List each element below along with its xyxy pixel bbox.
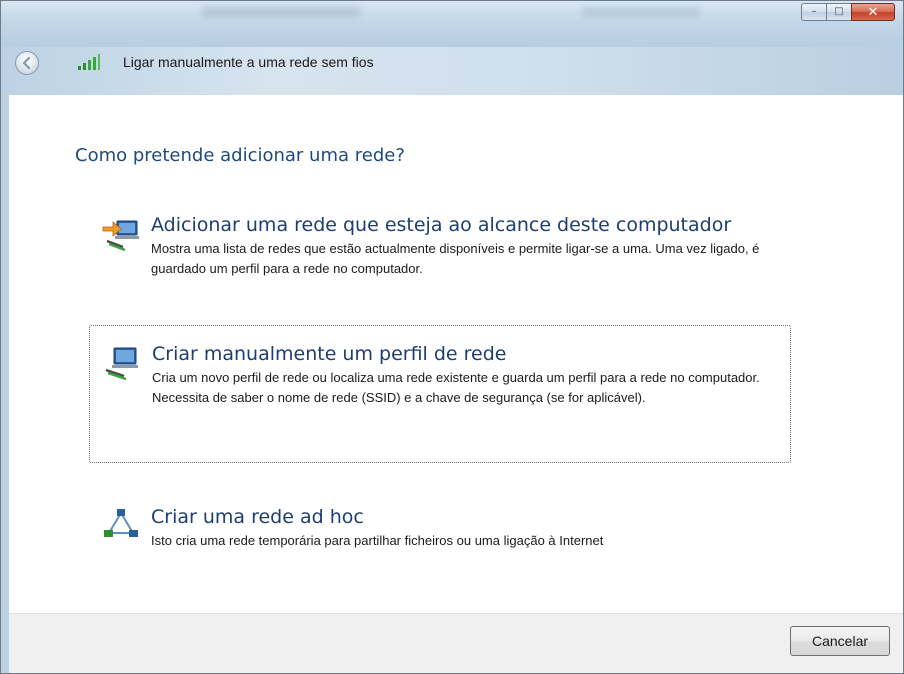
option-create-network-profile[interactable]: Criar manualmente um perfil de rede Cria… <box>89 325 791 463</box>
close-button[interactable]: ✕ <box>851 3 895 21</box>
minimize-button[interactable]: – <box>801 3 827 21</box>
network-add-icon <box>102 220 139 251</box>
option-description: Mostra uma lista de redes que estão actu… <box>151 241 760 276</box>
option-title: Adicionar uma rede que esteja ao alcance… <box>151 214 732 236</box>
title-bar[interactable]: – □ ✕ <box>1 1 903 47</box>
option-description: Isto cria uma rede temporária para parti… <box>151 533 604 548</box>
title-glass-blur <box>581 7 701 17</box>
option-add-network-in-range[interactable]: Adicionar uma rede que esteja ao alcance… <box>89 199 791 287</box>
content-area: Como pretende adicionar uma rede? Adicio… <box>9 95 903 613</box>
cancel-button[interactable]: Cancelar <box>790 626 890 656</box>
option-title: Criar uma rede ad hoc <box>151 506 364 528</box>
window-title: Ligar manualmente a uma rede sem fios <box>123 54 374 70</box>
dialog-window: – □ ✕ Ligar manualmente a uma rede sem f… <box>0 0 904 674</box>
caption-buttons: – □ ✕ <box>801 3 895 23</box>
wireless-signal-icon <box>78 54 100 70</box>
back-button[interactable] <box>15 51 39 75</box>
network-profile-icon <box>105 347 138 380</box>
navigation-bar: Ligar manualmente a uma rede sem fios <box>1 47 903 83</box>
adhoc-network-icon <box>104 509 138 537</box>
maximize-button[interactable]: □ <box>826 3 852 21</box>
title-glass-blur <box>201 7 361 17</box>
footer-bar: Cancelar <box>9 613 903 673</box>
option-description: Cria um novo perfil de rede ou localiza … <box>152 370 760 405</box>
option-title: Criar manualmente um perfil de rede <box>152 343 507 365</box>
page-heading: Como pretende adicionar uma rede? <box>75 145 405 166</box>
option-create-adhoc-network[interactable]: Criar uma rede ad hoc Isto cria uma rede… <box>89 491 791 551</box>
back-arrow-icon <box>22 56 31 70</box>
